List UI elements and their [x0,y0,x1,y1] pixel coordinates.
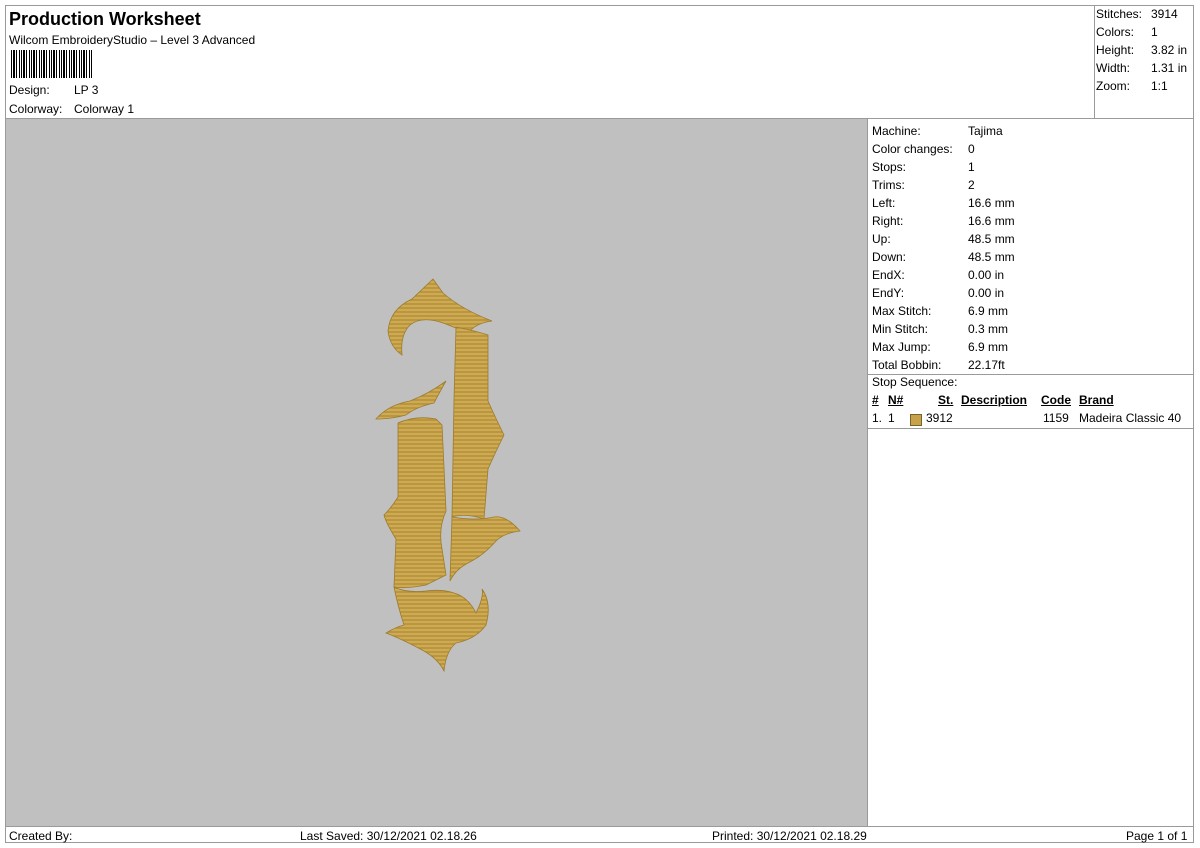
summary-row: Height: 3.82 in [1096,43,1187,61]
info-label: Machine: [872,124,921,138]
info-row: Min Stitch: 0.3 mm [872,320,1008,338]
summary-value: 1:1 [1151,79,1168,93]
info-value: 0.3 mm [968,322,1009,336]
summary-label: Colors: [1096,25,1135,39]
summary-value: 1 [1151,25,1158,39]
info-label: Max Jump: [872,340,931,354]
info-label: EndY: [872,286,905,300]
summary-box: Stitches: 3914 Colors: 1 Height: 3.82 in Wi… [1094,6,1194,119]
page-title: Production Worksheet [9,9,201,29]
info-value: 6.9 mm [968,340,1009,354]
info-row: EndX: 0.00 in [872,266,1004,284]
info-value: 1 [968,160,975,174]
info-row: Down: 48.5 mm [872,248,1015,266]
summary-row: Stitches: 3914 [1096,7,1178,25]
software-name: Wilcom EmbroideryStudio – Level 3 Advanc… [9,33,256,47]
info-value: 0.00 in [968,268,1005,282]
stop-brand: Madeira Classic 40 [1079,411,1182,425]
info-row: EndY: 0.00 in [872,284,1004,302]
info-value: Tajima [968,124,1003,138]
info-row: Left: 16.6 mm [872,194,1015,212]
info-row: Total Bobbin: 22.17ft [872,356,1005,374]
column-header: Brand [1079,393,1114,407]
info-row: Trims: 2 [872,176,975,194]
column-header: Description [961,393,1028,407]
info-label: Color changes: [872,142,953,156]
stop-index: 1. [872,411,883,425]
info-label: Up: [872,232,891,246]
info-label: Left: [872,196,896,210]
stop-sequence-title: Stop Sequence: [872,375,958,389]
stop-stitches: 3912 [926,411,953,425]
info-value: 6.9 mm [968,304,1009,318]
summary-label: Zoom: [1096,79,1131,93]
column-header: Code [1041,393,1071,407]
page-number: Page 1 of 1 [1126,829,1188,843]
info-label: Min Stitch: [872,322,929,336]
design-label: Design: [9,83,50,97]
info-row: Color changes: 0 [872,140,975,158]
info-row: Machine: Tajima [872,122,1003,140]
info-value: 16.6 mm [968,196,1015,210]
worksheet-footer: Created By: Last Saved: 30/12/2021 02.18… [6,826,1194,844]
info-value: 0 [968,142,975,156]
info-label: EndX: [872,268,905,282]
info-label: Stops: [872,160,907,174]
info-row: Max Stitch: 6.9 mm [872,302,1008,320]
printed-date: Printed: 30/12/2021 02.18.29 [712,829,867,843]
stop-code: 1159 [1043,411,1069,425]
summary-value: 3.82 in [1151,43,1188,57]
info-label: Trims: [872,178,905,192]
info-value: 22.17ft [968,358,1005,372]
summary-row: Width: 1.31 in [1096,61,1187,79]
info-label: Max Stitch: [872,304,932,318]
worksheet-frame: Production Worksheet Wilcom EmbroiderySt… [5,5,1194,843]
summary-value: 1.31 in [1151,61,1188,75]
design-preview [6,119,868,826]
column-header: St. [938,393,954,407]
design-row: Design: LP 3 [9,83,98,97]
thread-color-swatch [910,414,922,426]
info-row: Stops: 1 [872,158,975,176]
panel-divider [868,428,1194,429]
summary-value: 3914 [1151,7,1178,21]
column-header: # [872,393,879,407]
machine-info-panel: Machine: Tajima Color changes: 0 Stops: 1 T… [868,119,1194,826]
summary-label: Stitches: [1096,7,1143,21]
summary-label: Width: [1096,61,1131,75]
summary-row: Colors: 1 [1096,25,1158,43]
info-value: 0.00 in [968,286,1005,300]
colorway-row: Colorway: Colorway 1 [9,102,134,116]
created-by: Created By: [9,829,73,843]
info-value: 2 [968,178,975,192]
info-value: 16.6 mm [968,214,1015,228]
worksheet-header: Production Worksheet Wilcom EmbroiderySt… [6,6,1094,119]
info-value: 48.5 mm [968,250,1015,264]
embroidery-design-image [375,278,521,673]
info-row: Max Jump: 6.9 mm [872,338,1008,356]
colorway-value: Colorway 1 [74,102,135,116]
info-label: Total Bobbin: [872,358,942,372]
info-label: Right: [872,214,904,228]
info-label: Down: [872,250,907,264]
colorway-label: Colorway: [9,102,63,116]
barcode-icon [11,50,93,78]
info-row: Right: 16.6 mm [872,212,1015,230]
last-saved: Last Saved: 30/12/2021 02.18.26 [300,829,477,843]
design-value: LP 3 [74,83,99,97]
stop-needle: 1 [888,411,895,425]
summary-row: Zoom: 1:1 [1096,79,1168,97]
summary-label: Height: [1096,43,1135,57]
info-row: Up: 48.5 mm [872,230,1015,248]
column-header: N# [888,393,904,407]
info-value: 48.5 mm [968,232,1015,246]
